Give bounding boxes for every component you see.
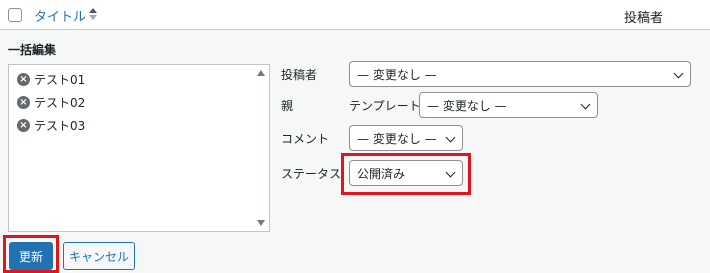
parent-select-value: — 変更なし — [427, 98, 507, 113]
list-item-label: テスト02 [34, 95, 86, 110]
author-field-label: 投稿者 [281, 68, 318, 82]
comment-field-label: コメント [281, 132, 330, 146]
status-highlight-box [341, 153, 471, 195]
list-item-label: テスト01 [34, 72, 86, 87]
template-label: テンプレート [349, 99, 421, 113]
author-select-value: — 変更なし — [357, 67, 437, 82]
author-select[interactable]: — 変更なし — [349, 61, 691, 87]
sort-icon[interactable] [89, 6, 97, 22]
update-highlight-box [3, 235, 59, 273]
chevron-down-icon [445, 132, 456, 143]
list-item: × テスト01 [17, 70, 85, 88]
title-column-header[interactable]: タイトル [34, 6, 86, 25]
table-header-row: タイトル 投稿者 [0, 0, 710, 30]
chevron-down-icon [580, 99, 591, 110]
scroll-down-arrow-icon[interactable] [257, 220, 265, 226]
comment-select[interactable]: — 変更なし — [349, 125, 463, 151]
remove-icon[interactable]: × [17, 72, 30, 86]
list-item: × テスト03 [17, 116, 85, 134]
list-item-label: テスト03 [34, 118, 86, 133]
select-all-checkbox[interactable] [8, 8, 22, 22]
scroll-up-arrow-icon[interactable] [257, 70, 265, 76]
parent-select[interactable]: — 変更なし — [419, 92, 598, 118]
remove-icon[interactable]: × [17, 95, 30, 109]
bulk-edit-post-list: × テスト01 × テスト02 × テスト03 [8, 64, 270, 232]
author-column-header: 投稿者 [624, 11, 664, 26]
comment-select-value: — 変更なし — [357, 131, 437, 146]
chevron-down-icon [673, 68, 684, 79]
list-item: × テスト02 [17, 93, 85, 111]
status-field-label: ステータス [281, 167, 342, 181]
parent-field-label: 親 [281, 99, 294, 113]
remove-icon[interactable]: × [17, 118, 30, 132]
cancel-button[interactable]: キャンセル [63, 242, 135, 270]
bulk-edit-title: 一括編集 [8, 43, 57, 57]
